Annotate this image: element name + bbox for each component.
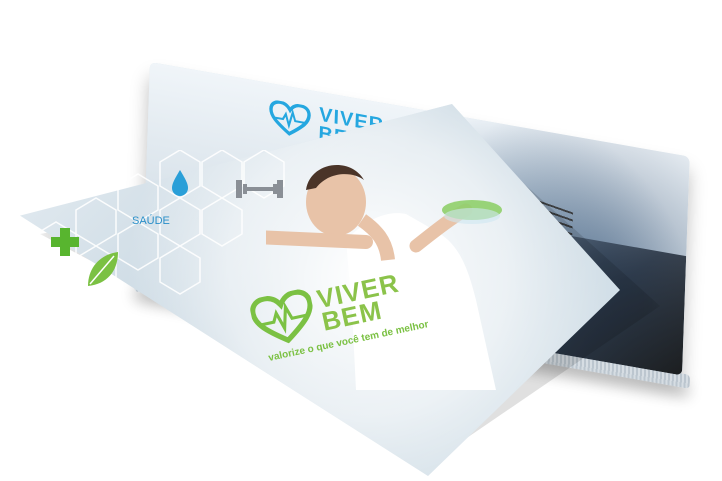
brochure-mockup: VIVER BEM xyxy=(0,0,722,481)
front-brochure: SAÚDE VIVER BEM valorize o que você tem … xyxy=(20,104,620,476)
water-drop-icon xyxy=(172,170,188,196)
heart-pulse-icon xyxy=(250,289,313,344)
hex-label-saude: SAÚDE xyxy=(132,215,170,227)
plus-icon xyxy=(51,228,79,256)
